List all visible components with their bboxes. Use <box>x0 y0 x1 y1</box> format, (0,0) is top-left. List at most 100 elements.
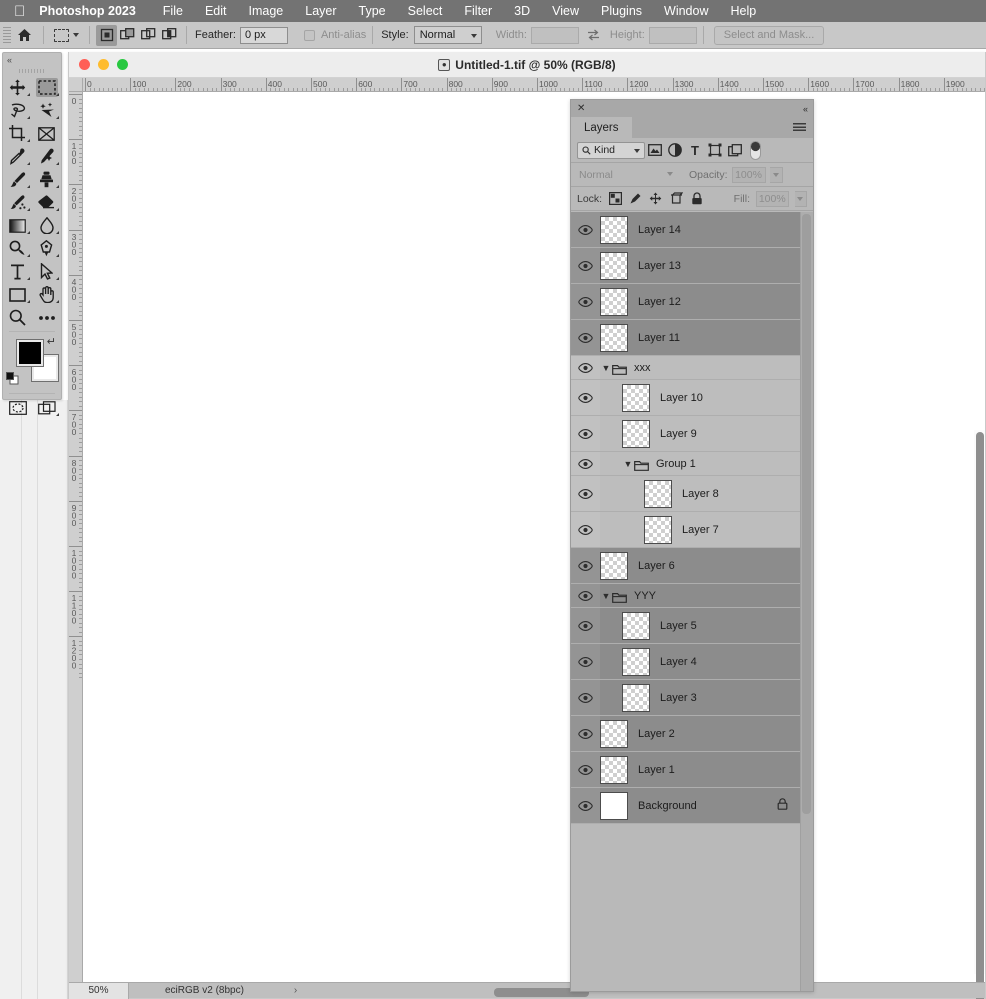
zoom-level-field[interactable]: 50% <box>69 982 129 999</box>
layer-thumbnail[interactable] <box>600 323 628 352</box>
layer-row[interactable]: Layer 11 <box>571 320 801 356</box>
anti-alias-checkbox[interactable] <box>303 29 315 41</box>
object-selection-tool[interactable] <box>32 99 61 122</box>
filter-pixel-layers-icon[interactable] <box>645 140 665 160</box>
menu-item-plugins[interactable]: Plugins <box>590 4 653 18</box>
opacity-stepper-chevron-icon[interactable] <box>769 166 783 183</box>
tools-collapse-button[interactable]: « <box>3 53 61 67</box>
options-bar-grip[interactable] <box>3 27 11 43</box>
feather-input[interactable]: 0 px <box>239 26 288 44</box>
document-title-bar[interactable]: ● Untitled-1.tif @ 50% (RGB/8) <box>69 52 985 78</box>
tab-layers[interactable]: Layers <box>571 117 632 138</box>
add-to-selection-button[interactable] <box>117 25 138 46</box>
layer-thumbnail[interactable] <box>600 719 628 748</box>
menu-item-view[interactable]: View <box>541 4 590 18</box>
layer-row[interactable]: Layer 7 <box>571 512 801 548</box>
rectangular-marquee-tool[interactable] <box>32 76 61 99</box>
menu-item-layer[interactable]: Layer <box>294 4 347 18</box>
layer-row[interactable]: Background <box>571 788 801 824</box>
vertical-ruler[interactable]: 0 100 200 300 400 500 600 700 800 900 1000 1100 1200 <box>69 92 83 998</box>
layer-row[interactable]: Layer 3 <box>571 680 801 716</box>
crop-tool[interactable] <box>3 122 32 145</box>
eyedropper-tool[interactable] <box>3 145 32 168</box>
layer-thumbnail[interactable] <box>600 551 628 580</box>
menu-item-image[interactable]: Image <box>238 4 295 18</box>
height-input[interactable] <box>648 26 697 44</box>
layer-thumbnail[interactable] <box>644 515 672 544</box>
ruler-origin-corner[interactable] <box>69 78 83 92</box>
double-chevron-right-icon[interactable]: « <box>803 104 808 114</box>
select-and-mask-button[interactable]: Select and Mask... <box>713 25 825 45</box>
default-colors-icon[interactable] <box>6 372 19 388</box>
lock-position-icon[interactable] <box>649 191 663 206</box>
canvas-vertical-scrollbar-thumb[interactable] <box>976 432 984 999</box>
close-icon[interactable]: ✕ <box>577 103 585 114</box>
clone-stamp-tool[interactable] <box>32 168 61 191</box>
lock-image-pixels-icon[interactable] <box>628 191 642 206</box>
width-input[interactable] <box>530 26 579 44</box>
subtract-from-selection-button[interactable] <box>138 25 159 46</box>
history-brush-tool[interactable] <box>3 191 32 214</box>
panel-menu-button[interactable] <box>793 117 813 138</box>
new-selection-button[interactable] <box>96 24 117 46</box>
path-selection-tool[interactable] <box>32 260 61 283</box>
move-tool[interactable] <box>3 76 32 99</box>
spot-healing-brush-tool[interactable] <box>32 145 61 168</box>
layer-thumbnail[interactable] <box>622 611 650 640</box>
style-select[interactable]: Normal <box>413 26 482 44</box>
layer-row[interactable]: Layer 13 <box>571 248 801 284</box>
layer-thumbnail[interactable] <box>600 287 628 316</box>
hand-tool[interactable] <box>32 283 61 306</box>
lock-all-icon[interactable] <box>689 191 703 206</box>
home-icon[interactable] <box>11 28 37 42</box>
filter-enable-toggle[interactable] <box>745 140 765 160</box>
layer-row[interactable]: Layer 12 <box>571 284 801 320</box>
menu-item-window[interactable]: Window <box>653 4 719 18</box>
blend-mode-select[interactable]: Normal <box>577 166 677 183</box>
menu-item-filter[interactable]: Filter <box>453 4 503 18</box>
swap-width-height-icon[interactable] <box>587 29 600 42</box>
layer-row[interactable]: Layer 6 <box>571 548 801 584</box>
blur-tool[interactable] <box>32 214 61 237</box>
lock-artboard-nesting-icon[interactable] <box>669 191 683 206</box>
filter-kind-select[interactable]: Kind <box>577 141 645 159</box>
horizontal-type-tool[interactable] <box>3 260 32 283</box>
layer-thumbnail[interactable] <box>622 683 650 712</box>
lock-transparent-pixels-icon[interactable] <box>608 191 622 206</box>
screen-mode-button[interactable] <box>32 396 61 419</box>
status-expand-arrow-icon[interactable]: › <box>244 985 297 996</box>
foreground-color-swatch[interactable] <box>17 340 43 366</box>
menu-item-edit[interactable]: Edit <box>194 4 238 18</box>
layer-row[interactable]: Layer 2 <box>571 716 801 752</box>
swap-colors-icon[interactable]: ↵ <box>47 335 56 348</box>
menu-item-help[interactable]: Help <box>720 4 768 18</box>
frame-tool[interactable] <box>32 122 61 145</box>
layer-group-row[interactable]: ▼ Group 1 <box>571 452 801 476</box>
layer-row[interactable]: Layer 5 <box>571 608 801 644</box>
layer-thumbnail[interactable] <box>600 755 628 784</box>
filter-shape-layers-icon[interactable] <box>705 140 725 160</box>
layer-thumbnail[interactable] <box>622 383 650 412</box>
menu-item-select[interactable]: Select <box>397 4 454 18</box>
brush-tool[interactable] <box>3 168 32 191</box>
tools-panel-grip[interactable] <box>19 69 45 73</box>
menu-item-3d[interactable]: 3D <box>503 4 541 18</box>
eraser-tool[interactable] <box>32 191 61 214</box>
pen-tool[interactable] <box>32 237 61 260</box>
layer-group-row[interactable]: ▼ xxx <box>571 356 801 380</box>
group-expand-chevron-icon[interactable]: ▼ <box>600 591 612 601</box>
layer-thumbnail[interactable] <box>622 419 650 448</box>
layer-row[interactable]: Layer 8 <box>571 476 801 512</box>
layer-thumbnail[interactable] <box>600 251 628 280</box>
filter-smart-object-layers-icon[interactable] <box>725 140 745 160</box>
fill-stepper-chevron-icon[interactable] <box>794 190 807 207</box>
layer-row[interactable]: Layer 14 <box>571 212 801 248</box>
gradient-tool[interactable] <box>3 214 32 237</box>
layer-thumbnail[interactable] <box>600 791 628 820</box>
active-tool-preset-picker[interactable] <box>50 28 83 42</box>
layer-group-row[interactable]: ▼ YYY <box>571 584 801 608</box>
edit-toolbar-tool[interactable] <box>32 306 61 329</box>
lasso-tool[interactable] <box>3 99 32 122</box>
layer-row[interactable]: Layer 10 <box>571 380 801 416</box>
layer-row[interactable]: Layer 4 <box>571 644 801 680</box>
